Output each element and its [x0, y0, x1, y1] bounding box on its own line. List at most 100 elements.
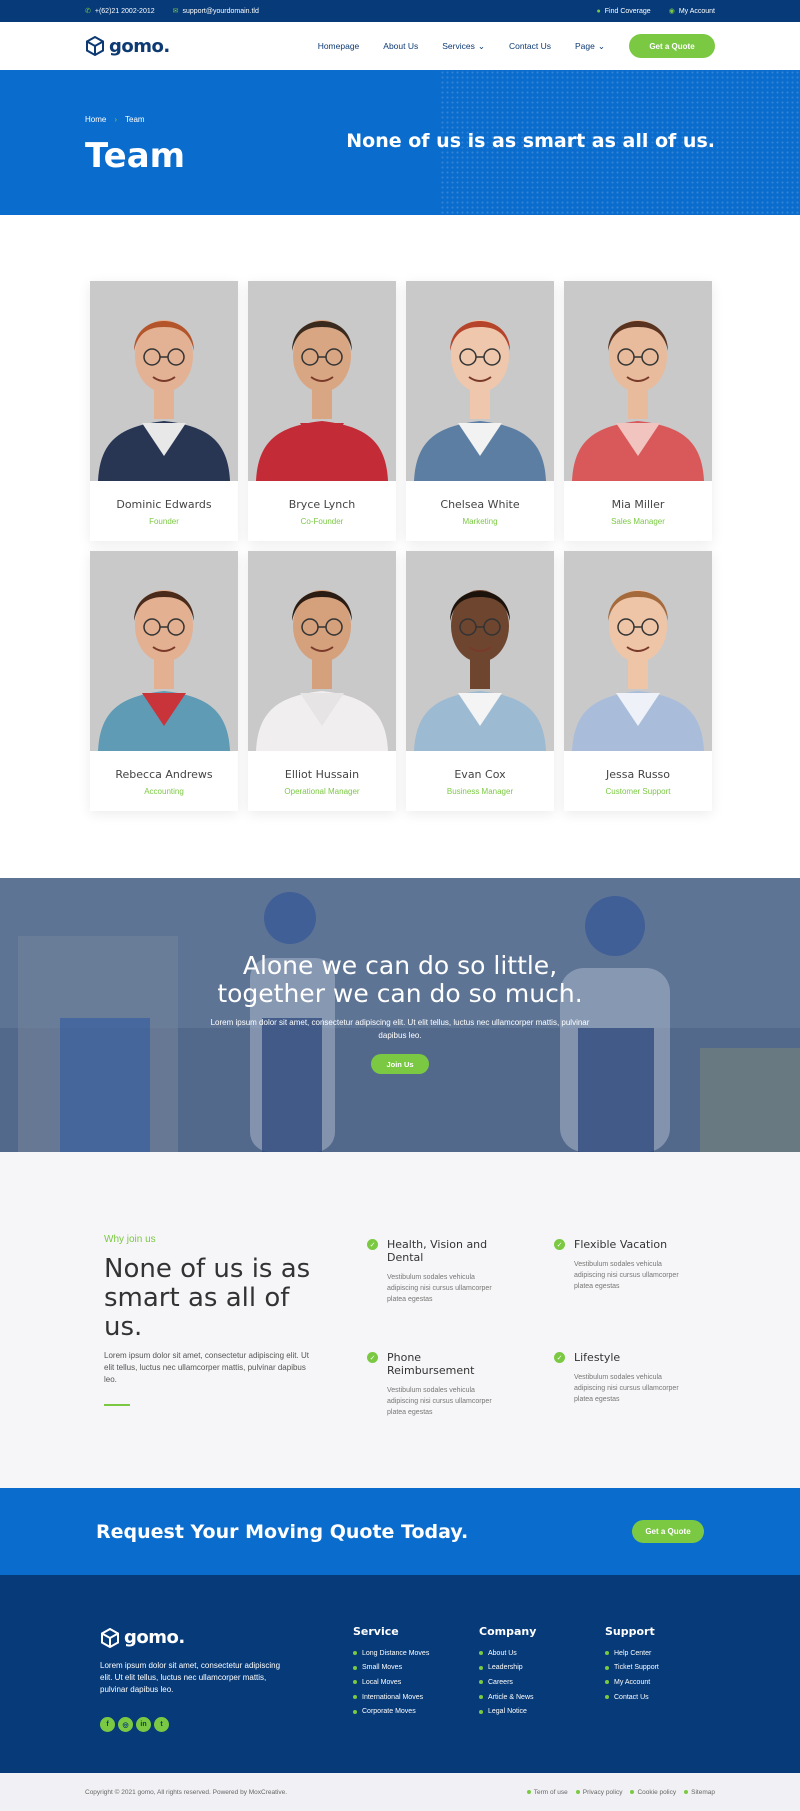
- team-member-photo: [248, 281, 396, 481]
- footer-column-title: Support: [605, 1625, 655, 1638]
- team-member-name: Evan Cox: [454, 768, 506, 781]
- nav-homepage[interactable]: Homepage: [318, 41, 360, 51]
- why-text: Lorem ipsum dolor sit amet, consectetur …: [104, 1351, 309, 1384]
- nav-services[interactable]: Services ⌄: [442, 41, 485, 52]
- my-account-text: My Account: [678, 7, 715, 15]
- check-icon: ✓: [367, 1239, 378, 1250]
- chevron-down-icon: ⌄: [477, 40, 485, 51]
- phone-icon: ✆: [85, 8, 91, 15]
- footer-link[interactable]: Small Moves: [353, 1661, 429, 1676]
- legal-link[interactable]: Privacy policy: [575, 1789, 622, 1796]
- facebook-icon[interactable]: f: [100, 1717, 115, 1732]
- nav-contact-us[interactable]: Contact Us: [509, 41, 551, 51]
- page-title: Team: [85, 136, 186, 176]
- cta-get-quote-button[interactable]: Get a Quote: [632, 1520, 704, 1543]
- footer-link[interactable]: About Us: [479, 1646, 536, 1661]
- divider: [104, 1404, 130, 1406]
- banner-line-1: Alone we can do so little,: [242, 951, 558, 980]
- box-logo-icon: [101, 1627, 119, 1648]
- breadcrumb: Home › Team: [85, 115, 145, 124]
- team-member-role: Accounting: [144, 787, 184, 796]
- linkedin-icon[interactable]: in: [136, 1717, 151, 1732]
- footer-link-label: Careers: [488, 1678, 513, 1686]
- feature-desc: Vestibulum sodales vehicula adipiscing n…: [574, 1374, 679, 1403]
- legal-link[interactable]: Sitemap: [684, 1789, 715, 1796]
- footer-link-label: Corporate Moves: [362, 1708, 416, 1716]
- quote-cta: Request Your Moving Quote Today. Get a Q…: [0, 1488, 800, 1575]
- legal-link[interactable]: Cookie policy: [630, 1789, 676, 1796]
- box-logo-icon: [86, 36, 104, 56]
- team-member-card[interactable]: Bryce Lynch Co-Founder: [248, 281, 396, 541]
- copyright-text: Copyright © 2021 gomo, All rights reserv…: [85, 1788, 288, 1796]
- footer-link-label: Article & News: [488, 1693, 534, 1701]
- team-member-card[interactable]: Chelsea White Marketing: [406, 281, 554, 541]
- footer-company-column: Company About Us Leadership Careers Arti…: [479, 1625, 536, 1719]
- instagram-icon[interactable]: ◎: [118, 1717, 133, 1732]
- legal-link[interactable]: Term of use: [526, 1788, 568, 1796]
- chevron-right-icon: ›: [114, 115, 118, 124]
- team-member-role: Customer Support: [605, 787, 671, 796]
- join-us-button[interactable]: Join Us: [371, 1054, 429, 1074]
- team-member-photo: [406, 551, 554, 751]
- legal-link-label: Cookie policy: [637, 1788, 677, 1796]
- footer-link[interactable]: Ticket Support: [605, 1661, 659, 1676]
- team-member-card[interactable]: Rebecca Andrews Accounting: [90, 551, 238, 811]
- footer-link[interactable]: Corporate Moves: [353, 1704, 429, 1719]
- why-title: None of us is as smart as all of us.: [104, 1254, 311, 1342]
- footer-link[interactable]: Legal Notice: [479, 1704, 536, 1719]
- nav-label: Homepage: [317, 41, 360, 51]
- logo-text: gomo.: [109, 35, 170, 57]
- why-kicker: Why join us: [104, 1234, 156, 1245]
- legal-link-label: Sitemap: [691, 1788, 715, 1796]
- footer-link[interactable]: Careers: [479, 1675, 536, 1690]
- team-member-card[interactable]: Jessa Russo Customer Support: [564, 551, 712, 811]
- footer-logo-text: gomo.: [124, 1627, 185, 1648]
- nav-about-us[interactable]: About Us: [383, 41, 418, 51]
- banner-text: Lorem ipsum dolor sit amet, consectetur …: [210, 1018, 590, 1040]
- email-text: support@yourdomain.tld: [182, 7, 259, 15]
- footer-link[interactable]: Contact Us: [605, 1690, 659, 1705]
- social-links: f ◎ in t: [100, 1717, 169, 1732]
- phone-link[interactable]: ✆ +(62)21 2002-2012: [85, 7, 155, 16]
- site-footer: gomo. Lorem ipsum dolor sit amet, consec…: [0, 1575, 800, 1773]
- footer-link-label: Leadership: [488, 1664, 523, 1672]
- check-icon: ✓: [554, 1239, 565, 1250]
- team-member-photo: [248, 551, 396, 751]
- footer-logo[interactable]: gomo.: [100, 1627, 185, 1648]
- footer-link[interactable]: Local Moves: [353, 1675, 429, 1690]
- main-nav: Homepage About Us Services ⌄ Contact Us P…: [318, 34, 715, 58]
- footer-link-label: My Account: [614, 1678, 651, 1686]
- team-member-name: Jessa Russo: [605, 768, 671, 781]
- team-member-card[interactable]: Evan Cox Business Manager: [406, 551, 554, 811]
- legal-link-label: Term of use: [533, 1788, 568, 1796]
- footer-link[interactable]: Leadership: [479, 1661, 536, 1676]
- footer-link[interactable]: My Account: [605, 1675, 659, 1690]
- logo[interactable]: gomo.: [85, 36, 170, 57]
- my-account-link[interactable]: ◉ My Account: [668, 7, 715, 16]
- footer-link[interactable]: Help Center: [605, 1646, 659, 1661]
- footer-link[interactable]: Long Distance Moves: [353, 1646, 429, 1661]
- banner-content: Alone we can do so little, together we ca…: [0, 952, 800, 1074]
- team-section: Dominic Edwards Founder Bryce Lynch Co-Foun…: [0, 215, 800, 878]
- twitter-icon[interactable]: t: [154, 1717, 169, 1732]
- join-banner: Alone we can do so little, together we ca…: [0, 878, 800, 1152]
- footer-link[interactable]: International Moves: [353, 1690, 429, 1705]
- user-icon: ◉: [668, 8, 675, 15]
- find-coverage-link[interactable]: ● Find Coverage: [597, 8, 651, 15]
- nav-page[interactable]: Page ⌄: [575, 41, 605, 52]
- team-member-card[interactable]: Elliot Hussain Operational Manager: [248, 551, 396, 811]
- footer-column-title: Company: [479, 1625, 537, 1638]
- feature-health: ✓ Health, Vision and Dental Vestibulum so…: [367, 1238, 497, 1305]
- footer-link-label: Contact Us: [614, 1693, 649, 1701]
- team-member-card[interactable]: Mia Miller Sales Manager: [564, 281, 712, 541]
- team-member-card[interactable]: Dominic Edwards Founder: [90, 281, 238, 541]
- team-member-role: Business Manager: [446, 787, 514, 796]
- team-member-role: Sales Manager: [611, 517, 665, 526]
- get-quote-button[interactable]: Get a Quote: [629, 34, 715, 58]
- breadcrumb-home[interactable]: Home: [85, 115, 106, 124]
- feature-lifestyle: ✓ Lifestyle Vestibulum sodales vehicula a…: [554, 1351, 684, 1405]
- email-link[interactable]: ✉ support@yourdomain.tld: [173, 7, 259, 16]
- footer-link[interactable]: Article & News: [479, 1690, 536, 1705]
- nav-label: Contact Us: [508, 41, 552, 51]
- check-icon: ✓: [554, 1352, 565, 1363]
